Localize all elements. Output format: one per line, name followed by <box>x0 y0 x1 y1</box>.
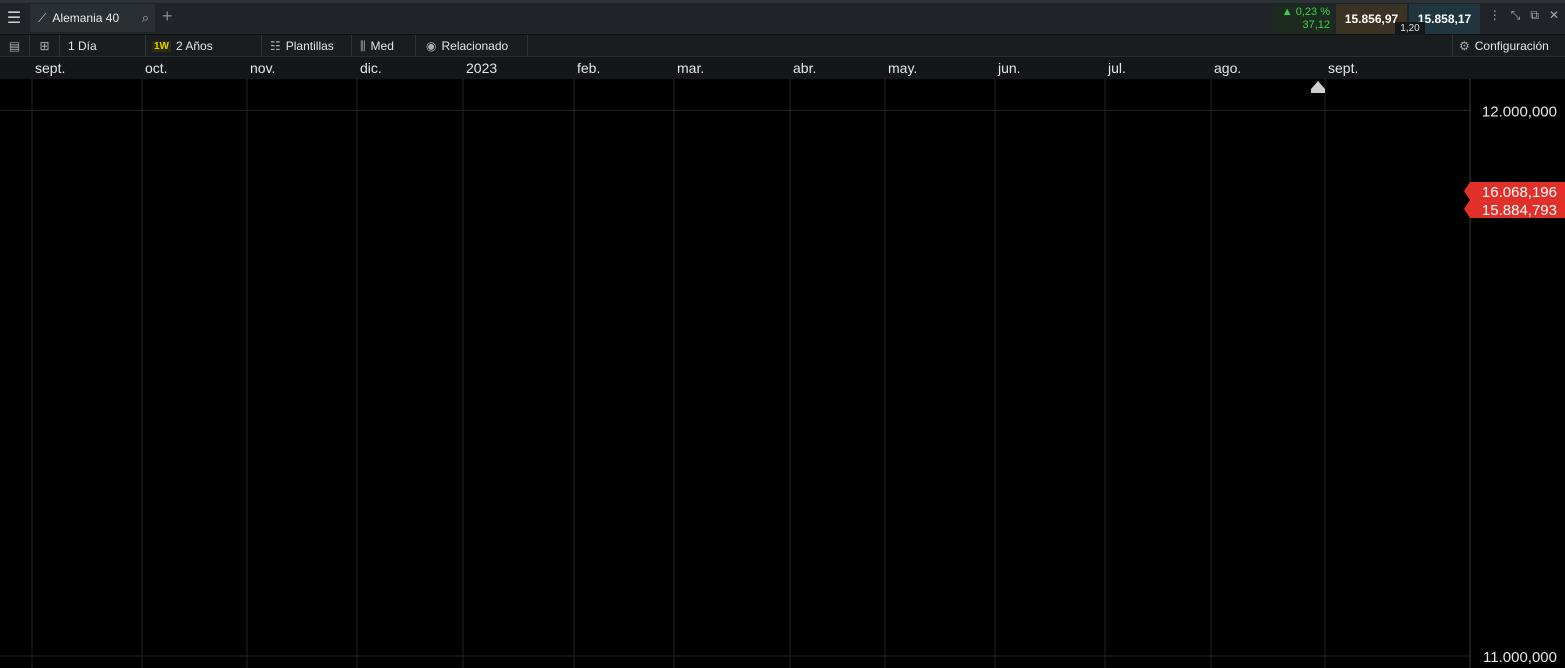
x-tick-label: may. <box>888 60 917 76</box>
change-absolute: 37,12 <box>1302 19 1330 31</box>
x-tick-label: jul. <box>1107 60 1126 76</box>
close-icon[interactable]: ✕ <box>1549 8 1559 23</box>
settings-label: Configuración <box>1474 39 1549 53</box>
period-label: 2 Años <box>176 39 213 53</box>
gear-icon: ⚙ <box>1459 39 1470 53</box>
search-icon[interactable]: ⌕ <box>142 10 149 26</box>
plus-icon[interactable]: + <box>162 6 173 27</box>
instrument-name: Alemania 40 <box>52 11 120 25</box>
settings-button[interactable]: ⚙ Configuración <box>1452 35 1565 57</box>
x-tick-label: sept. <box>1328 60 1358 76</box>
top-bar: ☰ ⟋ Alemania 40 ⌕ + ▲ 0,23 % 37,12 15.85… <box>0 0 1565 35</box>
chart-list-button[interactable]: ▤ <box>0 35 30 57</box>
templates-label: Plantillas <box>285 39 334 53</box>
spread-value: 1,20 <box>1395 22 1425 35</box>
x-tick-label: ago. <box>1214 60 1241 76</box>
instrument-tab[interactable]: ⟋ Alemania 40 ⌕ <box>30 4 155 32</box>
x-tick-label: sept. <box>35 60 65 76</box>
y-tick-label: 12.000,000 <box>1482 104 1557 121</box>
tab-strip <box>0 0 1565 3</box>
price-tag-label: 15.884,793 <box>1482 202 1557 219</box>
y-tick-label: 11.000,000 <box>1483 649 1557 666</box>
x-tick-label: nov. <box>250 60 275 76</box>
shrink-icon[interactable]: ⤡ <box>1511 8 1521 23</box>
period-badge: 1W <box>152 40 171 52</box>
sliders-icon: ☷ <box>270 39 281 53</box>
x-tick-label: dic. <box>360 60 382 76</box>
price-type-button[interactable]: ⫼ Med <box>354 35 416 57</box>
collapse-icon[interactable]: ⋮ <box>1489 8 1501 23</box>
x-tick-label: oct. <box>145 60 168 76</box>
price-type-label: Med <box>370 39 394 53</box>
window-controls: ⋮ ⤡ ⧉ ✕ <box>1489 8 1559 23</box>
eye-icon: ◉ <box>426 39 437 53</box>
related-button[interactable]: ◉ Relacionado <box>420 35 528 57</box>
chart-toolbar: ▤ ⊞ 1 Día 1W 2 Años ☷ Plantillas ⫼ Med ◉… <box>0 35 1565 57</box>
price-tag-label: 16.068,196 <box>1482 184 1557 201</box>
related-label: Relacionado <box>441 39 509 53</box>
x-tick-label: abr. <box>793 60 816 76</box>
grid-layout-icon: ⊞ <box>39 39 50 53</box>
x-tick-label: jun. <box>997 60 1021 76</box>
candles-icon: ⫼ <box>360 38 366 53</box>
scroll-end-marker <box>1311 81 1325 93</box>
period-select[interactable]: 1W 2 Años <box>146 35 262 57</box>
price-chart[interactable]: 17.000,00015.000,00014.000,00013.000,000… <box>0 57 1565 668</box>
popout-icon[interactable]: ⧉ <box>1530 8 1539 23</box>
layout-button[interactable]: ⊞ <box>30 35 60 57</box>
interval-select[interactable]: 1 Día <box>62 35 146 57</box>
x-tick-label: 2023 <box>466 60 497 76</box>
line-chart-icon: ⟋ <box>38 10 47 25</box>
menu-icon[interactable]: ☰ <box>0 4 28 32</box>
x-tick-label: feb. <box>577 60 600 76</box>
interval-label: 1 Día <box>68 39 97 53</box>
templates-button[interactable]: ☷ Plantillas <box>264 35 352 57</box>
chart-svg[interactable]: 17.000,00015.000,00014.000,00013.000,000… <box>0 57 1565 668</box>
price-change: ▲ 0,23 % 37,12 <box>1272 4 1334 34</box>
x-tick-label: mar. <box>677 60 704 76</box>
list-icon: ▤ <box>8 39 21 53</box>
change-percent: ▲ 0,23 % <box>1281 6 1330 18</box>
